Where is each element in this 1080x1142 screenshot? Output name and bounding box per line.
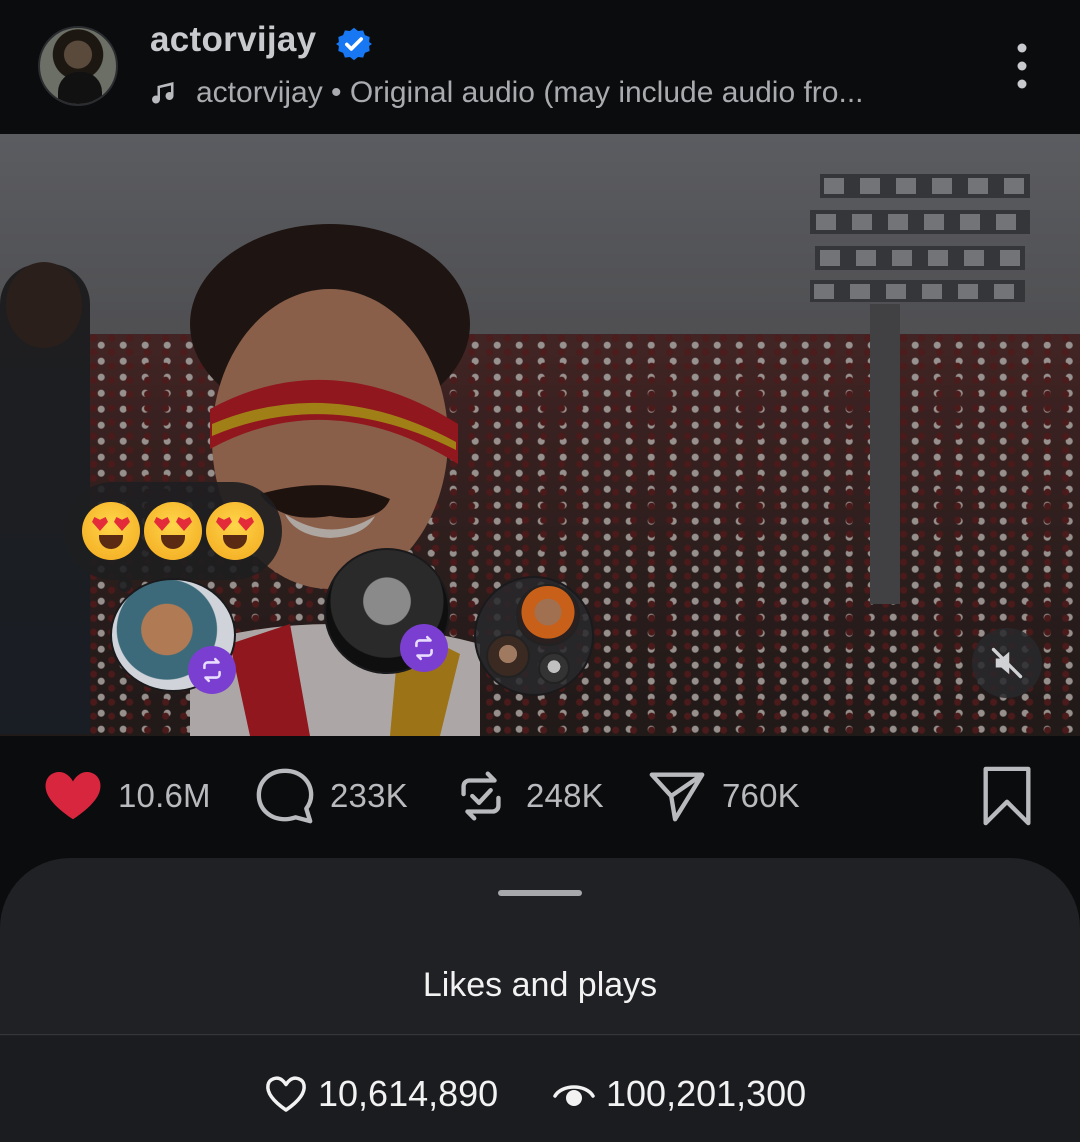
like-button[interactable]: 10.6M bbox=[42, 766, 211, 826]
heart-outline-icon bbox=[266, 1076, 306, 1112]
mini-avatar bbox=[538, 652, 570, 684]
repost-icon bbox=[461, 771, 501, 821]
more-vertical-icon[interactable] bbox=[1010, 42, 1034, 90]
repost-badge-icon bbox=[188, 646, 236, 694]
action-bar: 10.6M 233K 248K 760K bbox=[0, 736, 1080, 858]
save-button[interactable] bbox=[976, 766, 1038, 826]
repost-count: 248K bbox=[526, 777, 604, 814]
heart-eyes-emoji-icon bbox=[144, 502, 202, 560]
likes-stat: 10,614,890 bbox=[264, 1072, 498, 1116]
verified-badge-icon bbox=[336, 27, 372, 61]
bookmark-icon bbox=[983, 766, 1031, 826]
plays-count: 100,201,300 bbox=[606, 1073, 807, 1114]
muted-speaker-icon[interactable] bbox=[972, 628, 1042, 698]
bubble-tail-dot bbox=[118, 578, 132, 592]
profile-avatar[interactable] bbox=[38, 26, 118, 106]
username[interactable]: actorvijay bbox=[150, 20, 316, 60]
post-header: actorvijay actorvijay • Original audio (… bbox=[0, 0, 1080, 134]
sheet-divider bbox=[0, 1034, 1080, 1035]
video-player[interactable] bbox=[0, 134, 1080, 736]
sheet-drag-handle[interactable] bbox=[498, 890, 582, 896]
repost-button[interactable]: 248K bbox=[450, 766, 604, 826]
repost-avatar-group[interactable] bbox=[474, 576, 594, 696]
heart-filled-icon bbox=[45, 771, 101, 820]
mini-avatar bbox=[486, 634, 530, 678]
comment-icon bbox=[256, 768, 314, 824]
audio-attribution[interactable]: actorvijay • Original audio (may include… bbox=[150, 76, 864, 110]
eye-icon bbox=[553, 1085, 595, 1106]
share-count: 760K bbox=[722, 777, 800, 814]
heart-eyes-emoji-icon bbox=[82, 502, 140, 560]
repost-badge-icon bbox=[400, 624, 448, 672]
share-button[interactable]: 760K bbox=[646, 766, 800, 826]
send-icon bbox=[649, 772, 705, 822]
comment-count: 233K bbox=[330, 777, 408, 814]
like-count: 10.6M bbox=[118, 777, 211, 814]
comment-button[interactable]: 233K bbox=[254, 766, 408, 826]
heart-eyes-emoji-icon bbox=[206, 502, 264, 560]
mini-avatar bbox=[516, 584, 580, 646]
reaction-bubble bbox=[64, 482, 282, 580]
audio-text: actorvijay • Original audio (may include… bbox=[196, 76, 864, 109]
music-note-icon bbox=[152, 82, 174, 104]
likes-count: 10,614,890 bbox=[318, 1073, 499, 1114]
sheet-title: Likes and plays bbox=[422, 966, 658, 1004]
likes-and-plays-sheet: Likes and plays 10,614,890 100,201,300 bbox=[0, 858, 1080, 1142]
plays-stat: 100,201,300 bbox=[552, 1072, 806, 1116]
stats-row: 10,614,890 100,201,300 bbox=[0, 1036, 1080, 1142]
